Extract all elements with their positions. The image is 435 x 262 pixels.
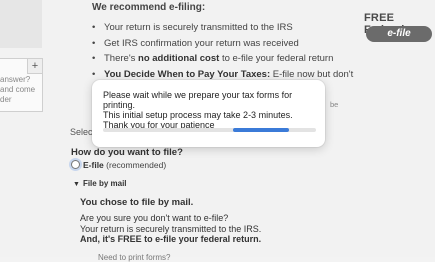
triangle-down-icon: ▼: [73, 181, 80, 188]
list-item: Your return is securely transmitted to t…: [92, 22, 353, 38]
mail-chosen-heading: You chose to file by mail.: [80, 197, 194, 208]
expand-button[interactable]: +: [27, 59, 42, 74]
bullet-text: to e-file your federal return: [219, 53, 334, 64]
file-method-question: How do you want to file?: [71, 147, 183, 158]
list-item: Get IRS confirmation your return was rec…: [92, 38, 353, 54]
list-item: There's no additional cost to e-file you…: [92, 53, 353, 69]
benefits-list: Your return is securely transmitted to t…: [92, 22, 353, 84]
sidebar-text: and come: [0, 85, 36, 94]
progress-bar: [103, 128, 316, 132]
recommend-heading: We recommend e-filing:: [92, 2, 206, 13]
right-fragment-text: be: [330, 100, 339, 109]
mail-option[interactable]: ▼ File by mail: [73, 179, 127, 188]
bullet-text: E-file now but don't: [270, 68, 354, 80]
bullet-text: Get IRS confirmation your return was rec…: [104, 37, 299, 49]
bullet-text: There's: [104, 53, 139, 64]
bullet-bold-text: You Decide When to Pay Your Taxes:: [104, 68, 271, 80]
mail-confirm-line: Your return is securely transmitted to t…: [80, 223, 262, 234]
efile-logo: e-file: [366, 26, 432, 42]
efile-option[interactable]: E-file (recommended): [71, 160, 166, 170]
print-forms-fragment: Need to print forms?: [98, 253, 171, 262]
sidebar-text: answer?: [0, 75, 31, 84]
sidebar-text: der: [0, 95, 12, 104]
recommended-label: (recommended): [106, 160, 167, 170]
bullet-bold-text: no additional cost: [138, 53, 220, 64]
dialog-message: Please wait while we prepare your tax fo…: [103, 90, 325, 130]
select-fragment-text: Selec: [70, 127, 93, 137]
progress-dialog: Please wait while we prepare your tax fo…: [92, 80, 325, 147]
mail-confirm-line: Are you sure you don't want to e-file?: [80, 213, 229, 223]
efile-radio[interactable]: [71, 160, 80, 169]
sidebar-top-panel: [0, 0, 42, 48]
bullet-text: Your return is securely transmitted to t…: [104, 22, 293, 33]
mail-option-label: File by mail: [82, 179, 127, 188]
progress-bar-fill: [233, 128, 289, 132]
mail-confirm-line-bold: And, it's FREE to e-file your federal re…: [80, 234, 262, 244]
efile-option-label: E-file: [83, 160, 104, 170]
mail-confirm-text: Are you sure you don't want to e-file? Y…: [80, 213, 261, 245]
dialog-message-line: Please wait while we prepare your tax fo…: [103, 90, 293, 110]
dialog-message-line: This initial setup process may take 2-3 …: [103, 110, 293, 120]
